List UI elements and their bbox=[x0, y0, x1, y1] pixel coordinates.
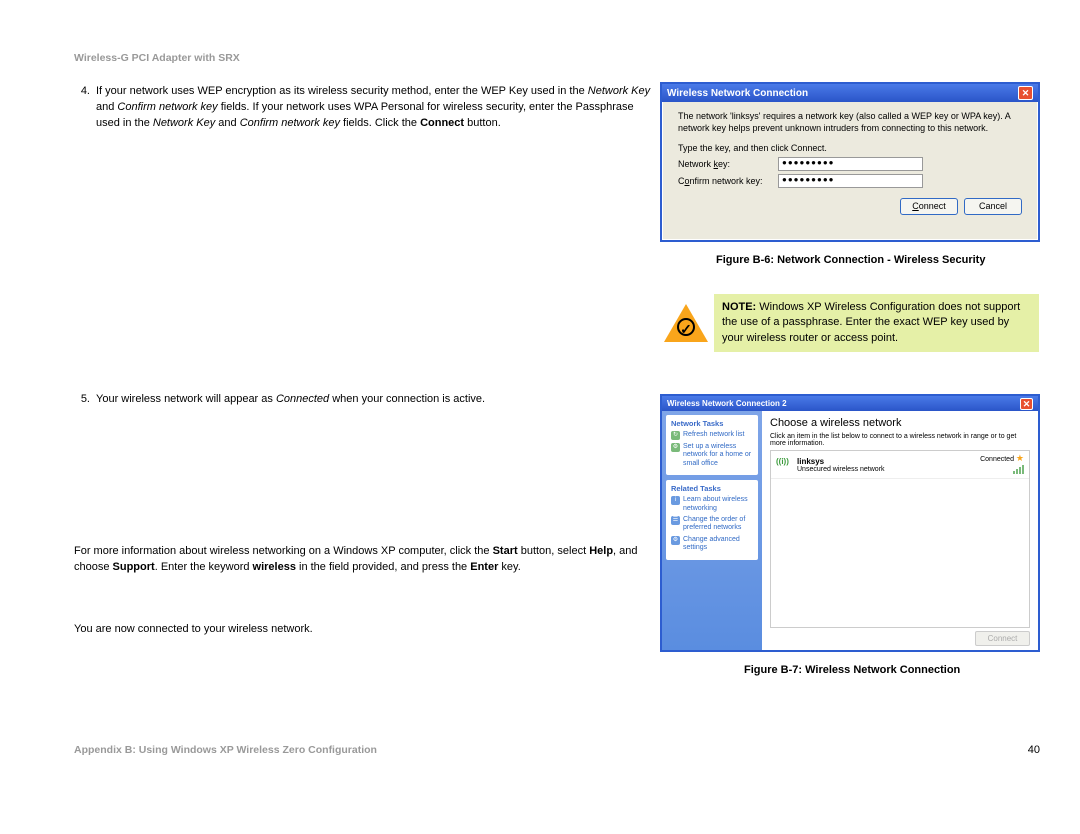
note-text: Windows XP Wireless Configuration does n… bbox=[722, 301, 1020, 344]
related-tasks-panel: Related Tasks iLearn about wireless netw… bbox=[666, 480, 758, 559]
para-connected: You are now connected to your wireless n… bbox=[74, 622, 654, 638]
label-network-key: Network key: bbox=[678, 158, 778, 170]
note-label: NOTE: bbox=[722, 301, 756, 313]
dialog2-body: Network Tasks ↻Refresh network list ⚙Set… bbox=[662, 411, 1038, 650]
dialog2-titlebar: Wireless Network Connection 2 ✕ bbox=[662, 396, 1038, 411]
task-order[interactable]: ☰Change the order of preferred networks bbox=[671, 516, 753, 533]
close-icon[interactable]: ✕ bbox=[1020, 398, 1033, 410]
step-4-content: If your network uses WEP encryption as i… bbox=[96, 84, 654, 132]
task-refresh[interactable]: ↻Refresh network list bbox=[671, 431, 753, 440]
dialog2-main: Choose a wireless network Click an item … bbox=[762, 411, 1038, 650]
choose-sub: Click an item in the list below to conne… bbox=[770, 433, 1030, 447]
cancel-button[interactable]: Cancel bbox=[964, 198, 1022, 215]
connect-button[interactable]: Connect bbox=[900, 198, 958, 215]
list-num-5: 5. bbox=[74, 392, 90, 408]
figure-caption-b6: Figure B-6: Network Connection - Wireles… bbox=[716, 254, 985, 266]
network-tasks-panel: Network Tasks ↻Refresh network list ⚙Set… bbox=[666, 415, 758, 475]
dialog1-titlebar: Wireless Network Connection ✕ bbox=[662, 84, 1038, 102]
network-tasks-header: Network Tasks bbox=[671, 419, 753, 428]
warning-icon: ✓ bbox=[664, 304, 708, 342]
step-4: 4. If your network uses WEP encryption a… bbox=[74, 84, 654, 132]
setup-icon: ⚙ bbox=[671, 443, 680, 452]
order-icon: ☰ bbox=[671, 516, 680, 525]
task-learn[interactable]: iLearn about wireless networking bbox=[671, 496, 753, 513]
note-box: NOTE: Windows XP Wireless Configuration … bbox=[714, 294, 1039, 352]
dialog2-sidebar: Network Tasks ↻Refresh network list ⚙Set… bbox=[662, 411, 762, 650]
dialog1-text1: The network 'linksys' requires a network… bbox=[678, 110, 1022, 134]
dialog1-body: The network 'linksys' requires a network… bbox=[662, 102, 1038, 221]
network-item-linksys[interactable]: linksys Unsecured wireless network Conne… bbox=[771, 451, 1029, 479]
list-num-4: 4. bbox=[74, 84, 90, 100]
network-security: Unsecured wireless network bbox=[797, 466, 975, 473]
figure-caption-b7: Figure B-7: Wireless Network Connection bbox=[744, 664, 960, 676]
network-list: linksys Unsecured wireless network Conne… bbox=[770, 450, 1030, 628]
star-icon: ★ bbox=[1016, 453, 1024, 463]
dialog1-title: Wireless Network Connection bbox=[667, 88, 808, 99]
page-number: 40 bbox=[1028, 744, 1040, 756]
related-tasks-header: Related Tasks bbox=[671, 484, 753, 493]
network-status: Connected bbox=[980, 456, 1014, 463]
gear-icon: ⚙ bbox=[671, 536, 680, 545]
label-confirm-key: Confirm network key: bbox=[678, 175, 778, 187]
footer-left: Appendix B: Using Windows XP Wireless Ze… bbox=[74, 744, 377, 756]
step-5: 5. Your wireless network will appear as … bbox=[74, 392, 654, 408]
input-network-key[interactable]: ●●●●●●●●● bbox=[778, 157, 923, 171]
dialog-choose-network: Wireless Network Connection 2 ✕ Network … bbox=[660, 394, 1040, 652]
input-confirm-key[interactable]: ●●●●●●●●● bbox=[778, 174, 923, 188]
task-advanced[interactable]: ⚙Change advanced settings bbox=[671, 536, 753, 553]
step-5-content: Your wireless network will appear as Con… bbox=[96, 392, 654, 408]
checkmark-icon: ✓ bbox=[677, 318, 695, 336]
dialog1-text2: Type the key, and then click Connect. bbox=[678, 142, 1022, 154]
refresh-icon: ↻ bbox=[671, 431, 680, 440]
close-icon[interactable]: ✕ bbox=[1018, 86, 1033, 100]
info-icon: i bbox=[671, 496, 680, 505]
choose-heading: Choose a wireless network bbox=[770, 417, 1030, 429]
page-header: Wireless-G PCI Adapter with SRX bbox=[74, 52, 240, 64]
signal-bars-icon bbox=[1013, 464, 1024, 474]
para-info: For more information about wireless netw… bbox=[74, 544, 654, 576]
dialog2-title: Wireless Network Connection 2 bbox=[667, 399, 787, 408]
note-row: ✓ NOTE: Windows XP Wireless Configuratio… bbox=[664, 294, 1039, 352]
signal-icon bbox=[776, 457, 792, 473]
connect-button-disabled: Connect bbox=[975, 631, 1030, 646]
dialog-network-key: Wireless Network Connection ✕ The networ… bbox=[660, 82, 1040, 242]
network-ssid: linksys bbox=[797, 457, 975, 466]
task-setup[interactable]: ⚙Set up a wireless network for a home or… bbox=[671, 443, 753, 468]
